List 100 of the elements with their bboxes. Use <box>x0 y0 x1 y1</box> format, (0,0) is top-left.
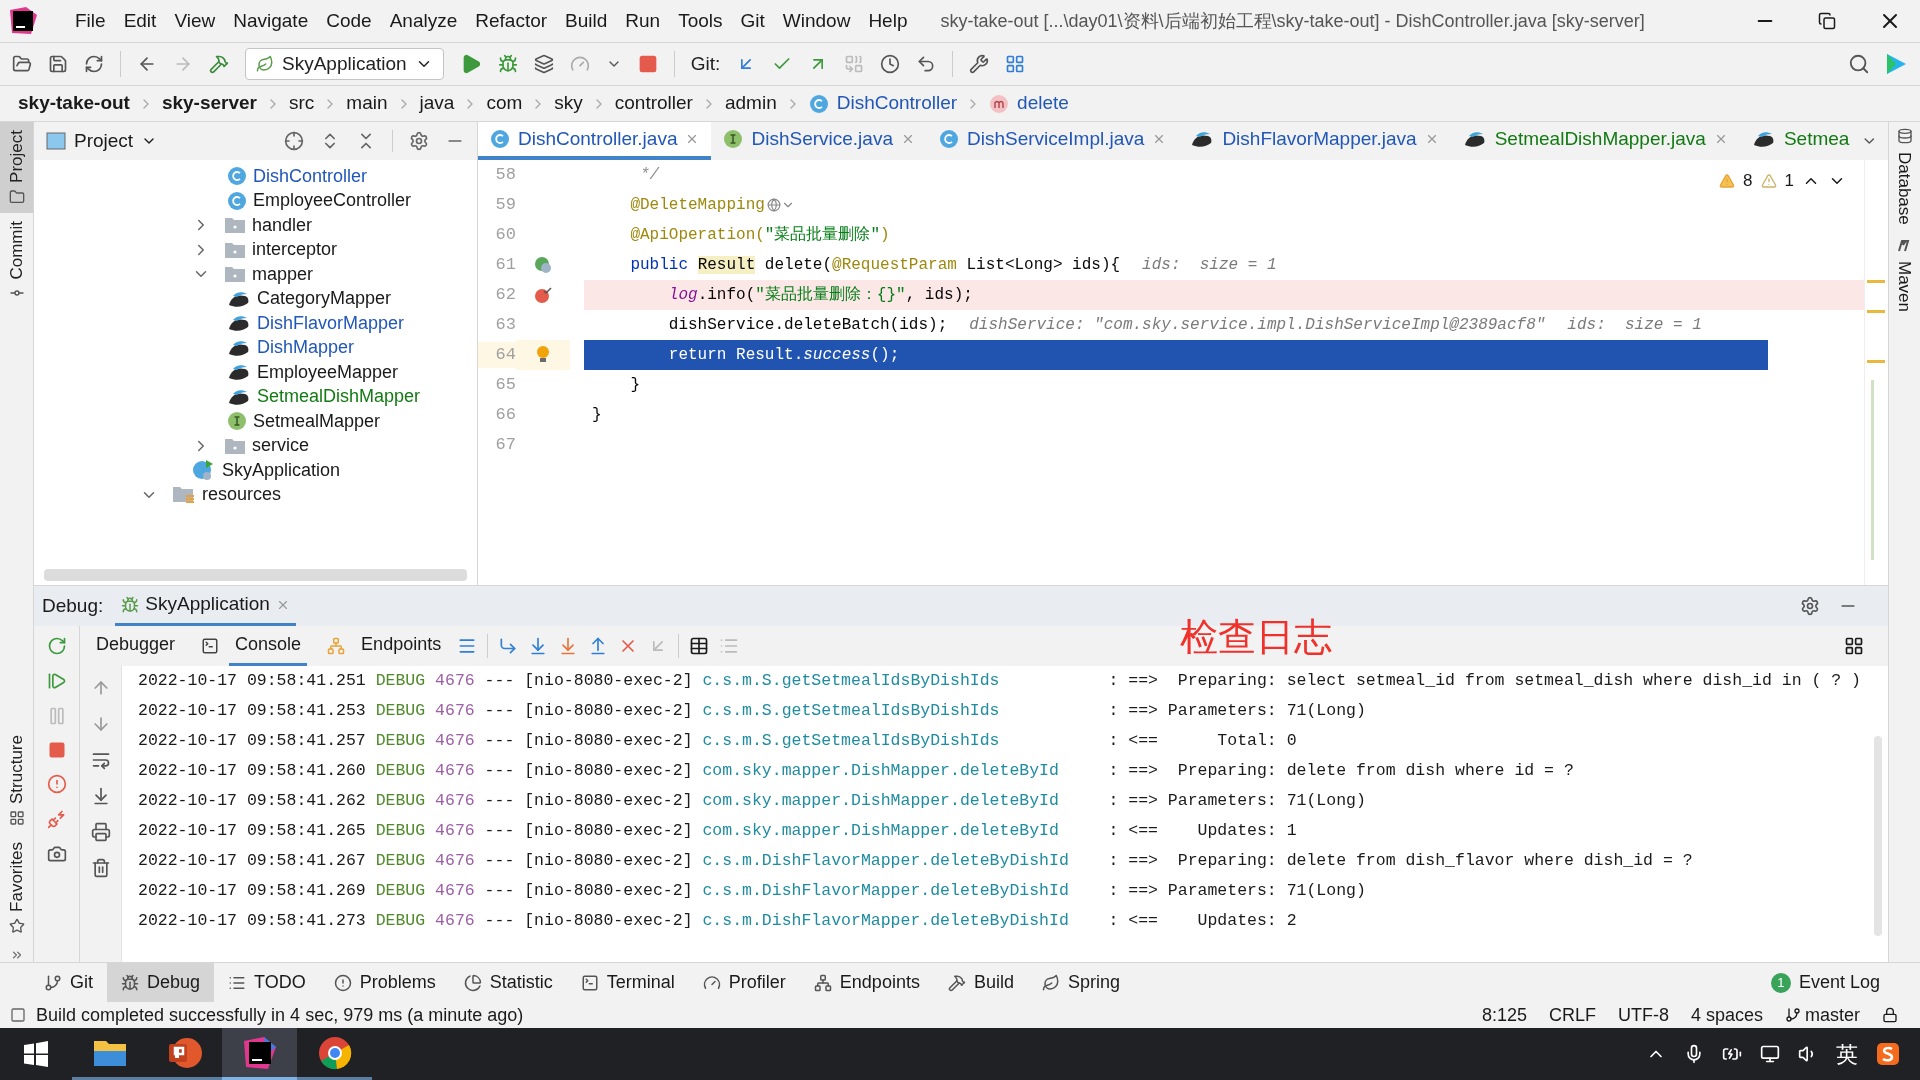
web-endpoint-icon[interactable] <box>766 198 795 212</box>
weak-warning-count[interactable]: 1 <box>1784 168 1794 194</box>
breadcrumb-item[interactable]: DishController <box>836 89 958 118</box>
tool-window-tab[interactable]: Endpoints <box>799 963 934 1002</box>
settings-icon[interactable] <box>1800 596 1820 616</box>
taskbar-app[interactable] <box>222 1028 297 1080</box>
breakpoints-icon[interactable] <box>46 774 67 794</box>
editor-tab[interactable]: DishController.java <box>478 122 712 160</box>
trash-icon[interactable] <box>90 858 111 878</box>
soft-wrap-icon[interactable] <box>90 750 111 770</box>
event-log-tab[interactable]: 1 Event Log <box>1770 969 1890 996</box>
tree-item[interactable]: interceptor <box>34 237 477 262</box>
line-separator[interactable]: CRLF <box>1548 1001 1596 1029</box>
breadcrumb-item[interactable]: main <box>346 89 388 118</box>
side-tab[interactable]: Project <box>0 122 33 213</box>
tool-window-tab[interactable]: Profiler <box>688 963 800 1002</box>
start-icon[interactable] <box>23 1041 49 1067</box>
project-view-dropdown[interactable]: Project <box>74 126 158 156</box>
breadcrumb-item[interactable]: com <box>486 89 523 118</box>
git-branch[interactable]: master <box>1805 1001 1860 1029</box>
breadcrumb-item[interactable]: sky-take-out <box>18 89 130 118</box>
tree-item[interactable]: SetmealDishMapper <box>34 384 477 409</box>
editor-tab[interactable]: DishFlavorMapper.java <box>1178 122 1451 160</box>
history-icon[interactable] <box>880 54 901 74</box>
tool-window-tab[interactable]: TODO <box>214 963 320 1002</box>
breadcrumb-item[interactable]: sky <box>554 89 583 118</box>
menu-item[interactable]: Help <box>859 6 917 36</box>
scrollbar[interactable] <box>1874 736 1882 936</box>
warning-count[interactable]: 8 <box>1743 168 1753 194</box>
tool-window-tab[interactable]: Terminal <box>566 963 689 1002</box>
menu-item[interactable]: Tools <box>669 6 732 36</box>
tree-item[interactable]: SkyApplication <box>34 458 477 483</box>
browser-app-icon[interactable] <box>316 1034 353 1071</box>
print-icon[interactable] <box>90 822 111 842</box>
view-tab[interactable]: Debugger <box>90 626 182 666</box>
ide-app-icon[interactable] <box>241 1034 278 1071</box>
editor-tab[interactable]: DishServiceImpl.java <box>926 122 1179 160</box>
debug-icon[interactable] <box>497 54 518 74</box>
restore-icon[interactable] <box>1818 12 1836 30</box>
menu-item[interactable]: Navigate <box>224 6 318 36</box>
camera-icon[interactable] <box>46 844 67 864</box>
side-tab[interactable]: Maven <box>1891 260 1918 312</box>
run-config-dropdown[interactable]: SkyApplication <box>245 48 444 80</box>
editor-tab[interactable]: DishService.java <box>711 122 927 160</box>
menu-item[interactable]: Git <box>731 6 774 36</box>
breadcrumb-item[interactable]: controller <box>614 89 693 118</box>
editor-tab[interactable]: SetmealDishMapper.java <box>1450 122 1740 160</box>
menu-item[interactable]: Edit <box>114 6 166 36</box>
file-encoding[interactable]: UTF-8 <box>1617 1001 1669 1029</box>
tool-windows-icon[interactable] <box>10 1007 26 1023</box>
scrollbar[interactable] <box>44 569 467 581</box>
tree-item[interactable]: mapper <box>34 262 477 287</box>
mute-breakpoints-icon[interactable] <box>46 809 67 829</box>
tree-item[interactable]: DishMapper <box>34 335 477 360</box>
side-tab[interactable]: Commit <box>0 212 33 310</box>
menu-item[interactable]: Window <box>773 6 860 36</box>
ide-logo[interactable] <box>8 6 38 36</box>
input-language[interactable]: 英 <box>1836 1037 1858 1071</box>
bean-gutter-icon[interactable] <box>534 256 552 274</box>
breadcrumb-item[interactable]: sky-server <box>161 89 257 118</box>
stop-icon[interactable] <box>637 54 658 74</box>
tree-item[interactable]: handler <box>34 213 477 238</box>
hammer-icon[interactable] <box>209 54 229 74</box>
menu-item[interactable]: Run <box>616 6 670 36</box>
breadcrumb-item[interactable]: java <box>419 89 455 118</box>
menu-item[interactable]: Refactor <box>466 6 557 36</box>
search-icon[interactable] <box>1848 53 1870 75</box>
bulb-icon[interactable] <box>535 345 551 365</box>
tree-item[interactable]: DishFlavorMapper <box>34 311 477 336</box>
tool-window-tab[interactable]: Spring <box>1027 963 1134 1002</box>
menu-item[interactable]: Code <box>317 6 381 36</box>
tool-window-tab[interactable]: Problems <box>319 963 450 1002</box>
menu-item[interactable]: View <box>165 6 225 36</box>
menu-item[interactable]: Analyze <box>380 6 467 36</box>
menu-item[interactable]: Build <box>556 6 617 36</box>
tree-item[interactable]: DishController <box>34 164 477 189</box>
cursor-position[interactable]: 8:125 <box>1481 1001 1527 1029</box>
microphone-icon[interactable] <box>1684 1044 1704 1064</box>
breakpoint-icon[interactable] <box>534 286 552 304</box>
tool-window-tab[interactable]: Statistic <box>449 963 567 1002</box>
side-tab[interactable]: Favorites <box>0 834 33 942</box>
editor-tab[interactable]: Setmea <box>1739 122 1862 160</box>
resume-icon[interactable] <box>46 671 67 691</box>
tree-item[interactable]: EmployeeMapper <box>34 360 477 385</box>
indent-setting[interactable]: 4 spaces <box>1690 1001 1763 1029</box>
breadcrumb-item[interactable]: admin <box>724 89 777 118</box>
layout-icon[interactable] <box>1844 636 1864 656</box>
side-tab[interactable]: Structure <box>0 727 33 835</box>
lock-icon[interactable] <box>1882 1007 1898 1023</box>
tree-item[interactable]: SetmealMapper <box>34 409 477 434</box>
input-method-icon[interactable] <box>1876 1042 1900 1066</box>
rerun-icon[interactable] <box>46 636 67 656</box>
save-icon[interactable] <box>48 54 68 74</box>
side-tab[interactable]: Database <box>1891 152 1918 225</box>
open-folder-icon[interactable] <box>12 54 32 74</box>
tree-item[interactable]: CategoryMapper <box>34 286 477 311</box>
tool-window-tab[interactable]: Build <box>933 963 1028 1002</box>
settings-icon[interactable] <box>409 131 429 151</box>
stop-icon[interactable] <box>47 741 66 759</box>
project-structure-icon[interactable] <box>1005 54 1026 74</box>
